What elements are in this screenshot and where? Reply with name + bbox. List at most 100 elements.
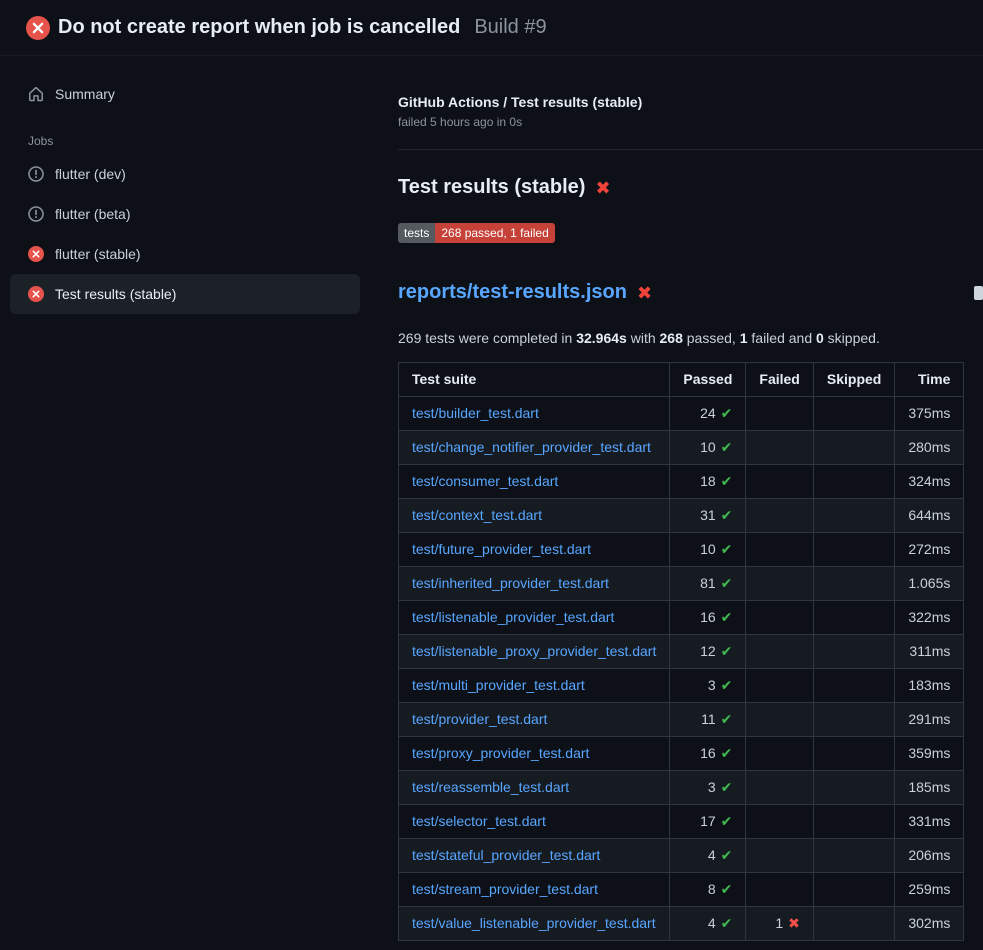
skipped-cell <box>813 499 894 533</box>
count-value: 10 <box>700 541 716 557</box>
test-suite-cell: test/stateful_provider_test.dart <box>399 839 670 873</box>
passed-cell: 17✔ <box>670 805 746 839</box>
sidebar-item-label: Summary <box>55 86 115 102</box>
skipped-cell <box>813 635 894 669</box>
sidebar-item-flutter-stable[interactable]: flutter (stable) <box>10 234 360 274</box>
skipped-cell <box>813 703 894 737</box>
col-header-test-suite: Test suite <box>399 363 670 397</box>
badge-row: tests 268 passed, 1 failed <box>398 199 951 243</box>
passed-cell: 11✔ <box>670 703 746 737</box>
table-row: test/context_test.dart31✔644ms <box>399 499 964 533</box>
test-suite-link[interactable]: test/stateful_provider_test.dart <box>412 847 600 863</box>
test-suite-link[interactable]: test/future_provider_test.dart <box>412 541 591 557</box>
count-value: 31 <box>700 507 716 523</box>
count-value: 16 <box>700 609 716 625</box>
passed-cell: 16 ✔ <box>670 601 746 635</box>
skipped-cell <box>813 737 894 771</box>
test-suite-link[interactable]: test/listenable_provider_test.dart <box>412 609 614 625</box>
passed-cell: 12✔ <box>670 635 746 669</box>
time-cell: 183ms <box>895 669 964 703</box>
check-icon: ✔ <box>721 575 733 591</box>
failed-cell <box>746 669 813 703</box>
test-suite-link[interactable]: test/provider_test.dart <box>412 711 547 727</box>
count-value: 12 <box>700 643 716 659</box>
count-value: 8 <box>708 881 716 897</box>
passed-cell: 8✔ <box>670 873 746 907</box>
test-suite-link[interactable]: test/change_notifier_provider_test.dart <box>412 439 651 455</box>
check-icon: ✔ <box>721 847 733 863</box>
table-row: test/value_listenable_provider_test.dart… <box>399 907 964 941</box>
check-icon: ✔ <box>721 915 733 931</box>
test-suite-link[interactable]: test/selector_test.dart <box>412 813 546 829</box>
check-icon: ✔ <box>721 609 733 625</box>
test-suite-cell: test/context_test.dart <box>399 499 670 533</box>
sidebar-item-flutter-beta[interactable]: flutter (beta) <box>10 194 360 234</box>
skipped-cell <box>813 771 894 805</box>
failed-cell <box>746 805 813 839</box>
passed-cell: 4✔ <box>670 907 746 941</box>
table-row: test/stream_provider_test.dart8✔259ms <box>399 873 964 907</box>
skipped-cell <box>813 805 894 839</box>
summary-part: with <box>627 330 660 346</box>
test-suite-link[interactable]: test/listenable_proxy_provider_test.dart <box>412 643 656 659</box>
table-row: test/builder_test.dart24✔375ms <box>399 397 964 431</box>
passed-cell: 10✔ <box>670 431 746 465</box>
check-icon: ✔ <box>721 779 733 795</box>
divider <box>398 149 983 150</box>
sidebar-item-test-results-stable[interactable]: Test results (stable) <box>10 274 360 314</box>
test-results-table: Test suite Passed Failed Skipped Time te… <box>398 362 964 941</box>
passed-cell: 31✔ <box>670 499 746 533</box>
passed-cell: 3✔ <box>670 771 746 805</box>
sidebar-item-flutter-dev[interactable]: flutter (dev) <box>10 154 360 194</box>
time-cell: 302ms <box>895 907 964 941</box>
test-suite-link[interactable]: test/proxy_provider_test.dart <box>412 745 589 761</box>
count-value: 3 <box>708 677 716 693</box>
test-suite-link[interactable]: test/consumer_test.dart <box>412 473 558 489</box>
check-icon: ✔ <box>721 473 733 489</box>
scrollbar-thumb[interactable] <box>974 286 983 300</box>
time-cell: 280ms <box>895 431 964 465</box>
failed-cell <box>746 737 813 771</box>
badge-label: tests <box>398 223 435 243</box>
sidebar-item-label: flutter (dev) <box>55 166 126 182</box>
test-suite-cell: test/future_provider_test.dart <box>399 533 670 567</box>
test-suite-link[interactable]: test/multi_provider_test.dart <box>412 677 585 693</box>
check-icon: ✔ <box>721 711 733 727</box>
failed-cell <box>746 397 813 431</box>
failed-cell <box>746 839 813 873</box>
test-suite-link[interactable]: test/reassemble_test.dart <box>412 779 569 795</box>
time-cell: 206ms <box>895 839 964 873</box>
summary-line: 269 tests were completed in 32.964s with… <box>398 330 951 346</box>
skipped-cell <box>813 907 894 941</box>
failed-cell <box>746 873 813 907</box>
skipped-cell <box>813 431 894 465</box>
passed-cell: 18 ✔ <box>670 465 746 499</box>
test-suite-link[interactable]: test/inherited_provider_test.dart <box>412 575 609 591</box>
failed-cell <box>746 635 813 669</box>
job-failed-icon <box>28 286 44 302</box>
sidebar-item-summary[interactable]: Summary <box>10 76 360 112</box>
test-suite-link[interactable]: test/context_test.dart <box>412 507 542 523</box>
page: Do not create report when job is cancell… <box>0 0 983 941</box>
table-row: test/future_provider_test.dart 10 ✔ 272ms <box>399 533 964 567</box>
check-icon: ✔ <box>721 439 733 455</box>
table-row: test/inherited_provider_test.dart81✔1.06… <box>399 567 964 601</box>
test-suite-link[interactable]: test/stream_provider_test.dart <box>412 881 598 897</box>
check-icon: ✔ <box>721 541 733 557</box>
test-suite-link[interactable]: test/builder_test.dart <box>412 405 539 421</box>
col-header-passed: Passed <box>670 363 746 397</box>
test-suite-cell: test/inherited_provider_test.dart <box>399 567 670 601</box>
time-cell: 272ms <box>895 533 964 567</box>
test-suite-link[interactable]: test/value_listenable_provider_test.dart <box>412 915 656 931</box>
count-value: 18 <box>700 473 716 489</box>
test-suite-cell: test/consumer_test.dart <box>399 465 670 499</box>
summary-part: passed, <box>683 330 740 346</box>
job-cancelled-icon <box>28 166 44 182</box>
skipped-cell <box>813 873 894 907</box>
tests-badge: tests 268 passed, 1 failed <box>398 223 555 243</box>
report-link[interactable]: reports/test-results.json <box>398 281 627 304</box>
failed-cell <box>746 465 813 499</box>
count-value: 16 <box>700 745 716 761</box>
check-icon: ✔ <box>721 405 733 421</box>
section-title: Test results (stable) ✖ <box>398 176 951 199</box>
